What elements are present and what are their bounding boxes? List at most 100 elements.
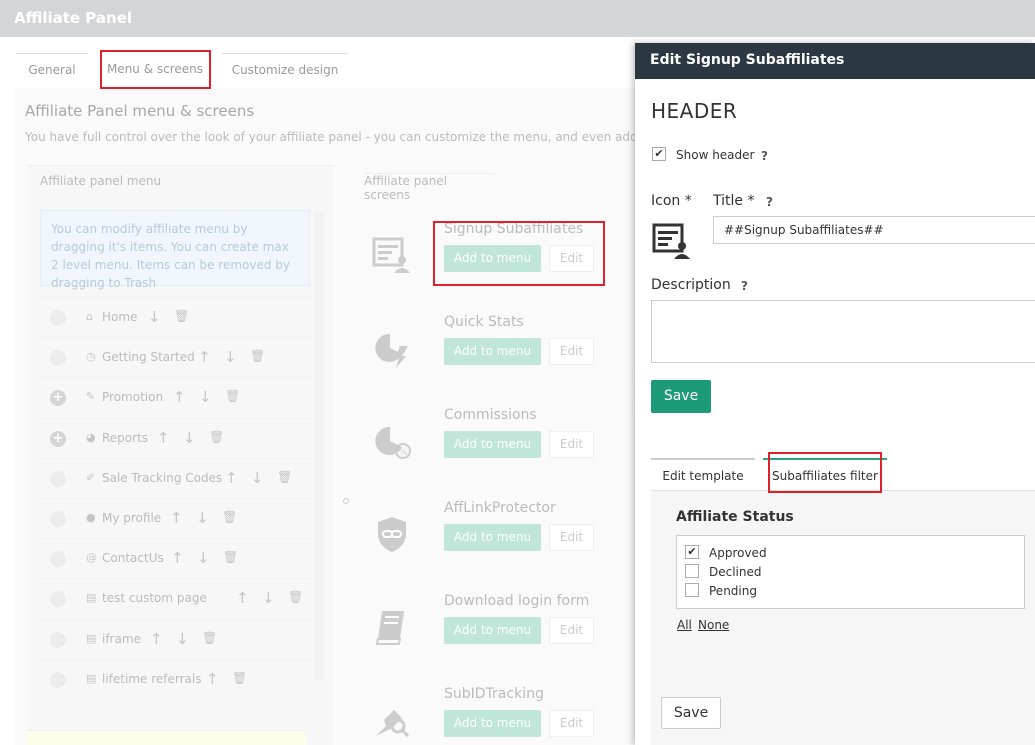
edit-button[interactable]: Edit: [549, 710, 594, 737]
drag-handle[interactable]: [50, 350, 66, 367]
trash-icon[interactable]: 🗑: [225, 389, 240, 403]
edit-button[interactable]: Edit: [549, 617, 594, 644]
page-icon: ▤: [86, 671, 97, 685]
add-to-menu-button[interactable]: Add to menu: [444, 524, 541, 551]
description-textarea[interactable]: [651, 300, 1035, 363]
signup-subaffiliates-icon[interactable]: [652, 221, 692, 261]
trash-icon[interactable]: 🗑: [288, 590, 303, 604]
trash-icon[interactable]: 🗑: [250, 349, 265, 363]
menu-item-my-profile[interactable]: ● My profile ↑ ↓ 🗑: [40, 497, 319, 538]
drag-handle[interactable]: [50, 591, 66, 608]
drag-handle[interactable]: [50, 310, 66, 326]
add-to-menu-button[interactable]: Add to menu: [444, 617, 541, 644]
edit-button[interactable]: Edit: [549, 524, 594, 551]
svg-text:%: %: [399, 448, 408, 458]
arrow-down-icon[interactable]: ↓: [176, 630, 189, 648]
highlight-box: [768, 452, 882, 493]
screen-item-quick-stats: Quick Stats Add to menu Edit: [344, 308, 635, 401]
menu-item-label: Promotion: [102, 390, 164, 405]
help-icon[interactable]: ?: [761, 149, 768, 163]
arrow-down-icon[interactable]: ↓: [183, 429, 196, 447]
menu-item-label: iframe: [102, 631, 141, 646]
help-icon[interactable]: ?: [766, 195, 773, 209]
trash-icon[interactable]: 🗑: [174, 309, 189, 323]
highlight-box: [100, 50, 211, 89]
declined-checkbox[interactable]: [685, 564, 699, 578]
tab-customize-design[interactable]: Customize design: [222, 53, 348, 86]
drag-handle[interactable]: [50, 510, 66, 527]
arrow-down-icon[interactable]: ↓: [148, 308, 161, 326]
pending-checkbox[interactable]: [685, 583, 699, 597]
approved-checkbox[interactable]: ✔: [685, 545, 699, 559]
save-button[interactable]: Save: [651, 380, 711, 413]
help-icon[interactable]: ?: [741, 279, 748, 293]
trash-icon[interactable]: 🗑: [277, 470, 292, 484]
arrow-up-icon[interactable]: ↑: [173, 388, 186, 406]
link-protector-icon: [378, 517, 406, 552]
resize-handle[interactable]: [343, 498, 349, 504]
arrow-down-icon[interactable]: ↓: [196, 509, 209, 527]
menu-item-getting-started[interactable]: ◷ Getting Started ↑ ↓ 🗑: [40, 337, 319, 377]
trash-icon[interactable]: 🗑: [222, 510, 237, 524]
add-to-menu-button[interactable]: Add to menu: [444, 338, 541, 365]
trash-icon[interactable]: 🗑: [209, 430, 224, 444]
menu-item-sale-tracking-codes[interactable]: ✐ Sale Tracking Codes ↑ ↓ 🗑: [40, 457, 319, 498]
drag-handle[interactable]: [50, 671, 66, 688]
screen-item-download-login-form: Download login form Add to menu Edit: [344, 587, 635, 680]
arrow-up-icon[interactable]: ↑: [225, 469, 238, 487]
filter-save-button[interactable]: Save: [661, 697, 721, 729]
app-title: Affiliate Panel: [14, 9, 133, 27]
dialog-title: Edit Signup Subaffiliates: [650, 52, 845, 68]
arrow-up-icon[interactable]: ↑: [198, 348, 211, 366]
menu-item-home[interactable]: ⌂ Home ↓ 🗑: [40, 297, 319, 337]
edit-button[interactable]: Edit: [549, 431, 594, 458]
select-none-link[interactable]: None: [698, 618, 729, 632]
trash-icon[interactable]: 🗑: [223, 550, 238, 564]
description-label: Description: [651, 277, 731, 293]
menu-item-contactus[interactable]: @ ContactUs ↑ ↓ 🗑: [40, 538, 319, 578]
arrow-up-icon[interactable]: ↑: [150, 630, 163, 648]
arrow-down-icon[interactable]: ↓: [224, 348, 237, 366]
arrow-down-icon[interactable]: ↓: [251, 469, 264, 487]
menu-item-reports[interactable]: + ◕ Reports ↑ ↓ 🗑: [40, 417, 319, 458]
arrow-up-icon[interactable]: ↑: [236, 589, 249, 607]
arrow-up-icon[interactable]: ↑: [157, 429, 170, 447]
arrow-down-icon[interactable]: ↓: [197, 549, 210, 567]
arrow-down-icon[interactable]: ↓: [199, 388, 212, 406]
arrow-down-icon[interactable]: ↓: [262, 589, 275, 607]
top-bar: Affiliate Panel: [0, 0, 1035, 37]
menu-hint: You can modify affiliate menu by draggin…: [40, 210, 310, 290]
page-icon: ▤: [86, 631, 97, 645]
expand-plus-icon[interactable]: +: [50, 390, 66, 407]
add-to-menu-button[interactable]: Add to menu: [444, 710, 541, 737]
tab-general[interactable]: General: [16, 53, 88, 86]
screen-item-afflinkprotector: AffLinkProtector Add to menu Edit: [344, 494, 635, 587]
page-icon: ▤: [86, 591, 97, 605]
affiliate-menu-column: Affiliate panel menu You can modify affi…: [28, 165, 334, 745]
at-icon: @: [86, 551, 97, 565]
drag-handle[interactable]: [50, 551, 66, 568]
menu-scrollbar[interactable]: [314, 211, 324, 681]
menu-item-promotion[interactable]: + ✎ Promotion ↑ ↓ 🗑: [40, 377, 319, 417]
menu-item-test-custom-page[interactable]: ▤ test custom page ↑ ↓ 🗑: [40, 578, 319, 618]
expand-plus-icon[interactable]: +: [50, 430, 66, 447]
menu-item-lifetime-referrals[interactable]: ▤ lifetime referrals ↑ 🗑: [40, 658, 319, 699]
arrow-up-icon[interactable]: ↑: [206, 670, 219, 688]
select-all-link[interactable]: All: [677, 618, 692, 632]
home-icon: ⌂: [86, 310, 93, 323]
menu-item-iframe[interactable]: ▤ iframe ↑ ↓ 🗑: [40, 618, 319, 659]
drag-handle[interactable]: [50, 631, 66, 648]
drag-handle[interactable]: [50, 470, 66, 487]
subid-tracking-icon: [376, 710, 410, 738]
title-input[interactable]: [713, 216, 1035, 244]
trash-icon[interactable]: 🗑: [202, 631, 217, 645]
tab-edit-template[interactable]: Edit template: [651, 458, 755, 490]
add-to-menu-button[interactable]: Add to menu: [444, 431, 541, 458]
quick-stats-icon: [375, 333, 408, 368]
arrow-up-icon[interactable]: ↑: [170, 509, 183, 527]
title-label: Title *: [713, 193, 755, 209]
edit-button[interactable]: Edit: [549, 338, 594, 365]
arrow-up-icon[interactable]: ↑: [171, 549, 184, 567]
trash-icon[interactable]: 🗑: [232, 671, 247, 685]
show-header-checkbox[interactable]: ✔: [652, 147, 666, 161]
